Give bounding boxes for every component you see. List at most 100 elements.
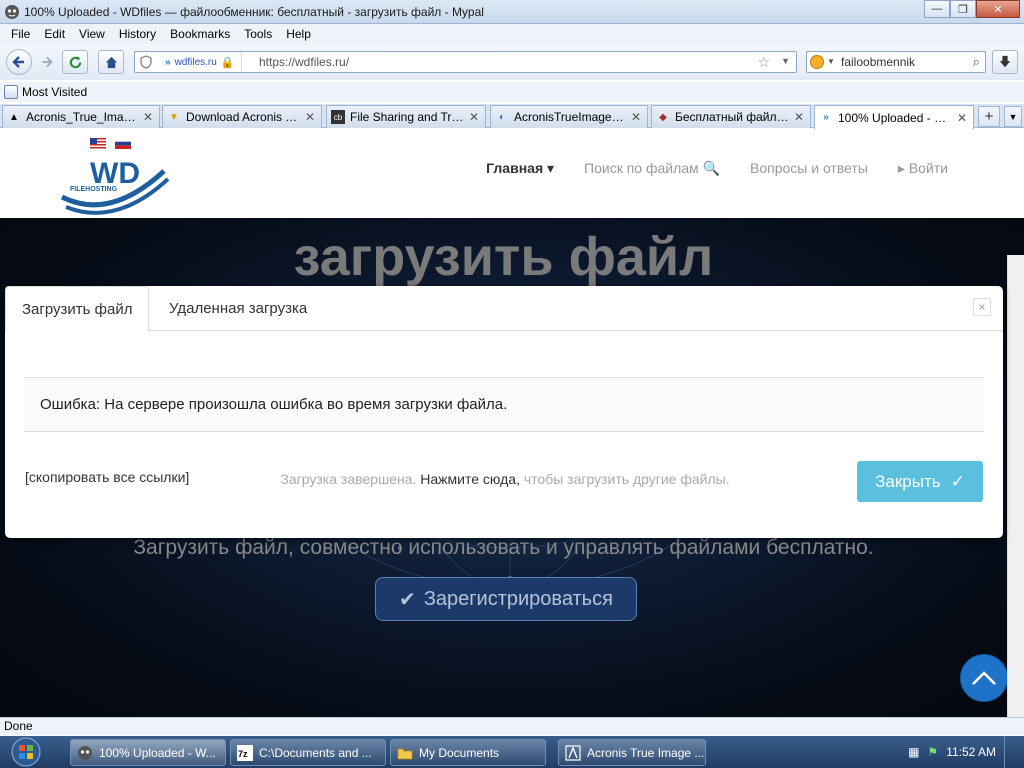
nav-file-search[interactable]: Поиск по файлам 🔍: [584, 160, 720, 177]
close-dialog-icon[interactable]: ×: [973, 298, 991, 316]
upload-more-link[interactable]: Нажмите сюда,: [420, 471, 520, 487]
error-message: Ошибка: На сервере произошла ошибка во в…: [24, 377, 984, 432]
tab-remote-upload[interactable]: Удаленная загрузка: [153, 286, 323, 331]
taskbar: 100% Uploaded - W... 7z C:\Documents and…: [0, 736, 1024, 768]
home-button[interactable]: [98, 50, 124, 74]
bookmark-folder-icon: [4, 85, 18, 99]
window-title: 100% Uploaded - WDfiles — файлообменник:…: [24, 5, 484, 19]
forward-button[interactable]: [34, 50, 60, 74]
status-bar: Done: [0, 717, 1024, 735]
address-bar[interactable]: » wdfiles.ru 🔒 https://wdfiles.ru/ ☆ ▼: [134, 51, 797, 73]
browser-tab[interactable]: ▼ Download Acronis Tr... ✕: [162, 105, 322, 128]
navigation-toolbar: » wdfiles.ru 🔒 https://wdfiles.ru/ ☆ ▼ ▼…: [0, 44, 1024, 80]
acronis-icon: ◐: [498, 111, 506, 123]
most-visited-link[interactable]: Most Visited: [22, 85, 87, 99]
search-input[interactable]: failoobmennik: [841, 55, 915, 69]
menu-bookmarks[interactable]: Bookmarks: [163, 27, 237, 41]
taskbar-item-acronis[interactable]: Acronis True Image ...: [558, 739, 706, 766]
tab-strip: ▲ Acronis_True_Image_... ✕ ▼ Download Ac…: [0, 104, 1024, 129]
search-engine-icon[interactable]: [810, 55, 824, 69]
keyboard-icon[interactable]: ▦: [908, 745, 919, 759]
download-arrow-icon: [999, 55, 1011, 68]
browser-tab[interactable]: ▲ Acronis_True_Image_... ✕: [2, 105, 160, 128]
register-button-label: Зарегистрироваться: [423, 587, 613, 610]
acronis-icon: ▲: [9, 111, 19, 123]
upload-status: Загрузка завершена. Нажмите сюда, чтобы …: [275, 466, 735, 493]
browser-tab[interactable]: ◆ Бесплатный файлоо... ✕: [651, 105, 811, 128]
chevron-down-icon: ▼: [827, 57, 835, 66]
ru-flag-icon[interactable]: [115, 138, 131, 149]
browser-tab[interactable]: cb File Sharing and Tran... ✕: [326, 105, 486, 128]
hero-subtitle: Загрузить файл, совместно использовать и…: [133, 536, 874, 559]
upload-dialog-tabs: Загрузить файл Удаленная загрузка ×: [5, 286, 1003, 332]
show-desktop-button[interactable]: [1004, 736, 1016, 768]
reload-button[interactable]: [62, 50, 88, 74]
taskbar-item-label: My Documents: [419, 745, 500, 760]
clock[interactable]: 11:52 AM: [946, 745, 996, 759]
close-tab-icon[interactable]: ✕: [305, 110, 317, 124]
page-scrollbar[interactable]: [1007, 255, 1024, 717]
wdfiles-icon: »: [823, 112, 829, 123]
wdfiles-logo[interactable]: WD FILEHOSTING: [60, 151, 172, 217]
close-tab-icon[interactable]: ✕: [469, 110, 481, 124]
download-icon: ▼: [169, 111, 179, 123]
tab-upload-file[interactable]: Загрузить файл: [5, 286, 150, 332]
menu-file[interactable]: File: [4, 27, 37, 41]
close-tab-icon[interactable]: ✕: [794, 110, 806, 124]
taskbar-item-7zip[interactable]: 7z C:\Documents and ...: [230, 739, 386, 766]
close-button-label: Закрыть: [875, 471, 941, 491]
taskbar-item-browser[interactable]: 100% Uploaded - W...: [70, 739, 226, 766]
upload-dialog: Загрузить файл Удаленная загрузка × Ошиб…: [5, 286, 1003, 538]
search-icon[interactable]: ⌕: [973, 54, 980, 70]
close-tab-icon[interactable]: ✕: [143, 110, 155, 124]
mypal-icon: [5, 5, 19, 19]
chevron-down-icon[interactable]: ▼: [781, 56, 790, 66]
menu-edit[interactable]: Edit: [37, 27, 72, 41]
nav-login[interactable]: ▸ Войти: [898, 160, 948, 177]
chevron-right-icon: »: [165, 56, 171, 68]
downloads-button[interactable]: [992, 50, 1018, 74]
close-tab-icon[interactable]: ✕: [957, 111, 969, 125]
copy-all-links-link[interactable]: [скопировать все ссылки]: [25, 469, 189, 485]
tab-label: Acronis_True_Image_...: [26, 110, 138, 124]
mypal-icon: [78, 745, 92, 760]
site-identity[interactable]: » wdfiles.ru 🔒: [159, 52, 242, 72]
search-bar[interactable]: ▼ failoobmennik ⌕: [806, 51, 986, 73]
menu-history[interactable]: History: [112, 27, 163, 41]
start-button[interactable]: [2, 736, 50, 768]
taskbar-item-label: Acronis True Image ...: [587, 745, 705, 760]
register-button[interactable]: ✔ Зарегистрироваться: [375, 577, 637, 621]
minimize-button[interactable]: —: [924, 0, 950, 18]
tab-label: 100% Uploaded - W...: [838, 110, 952, 125]
menu-bar: File Edit View History Bookmarks Tools H…: [0, 24, 1024, 44]
close-window-button[interactable]: ✕: [976, 0, 1020, 18]
tab-list-button[interactable]: ▼: [1004, 106, 1022, 127]
acronis-icon: [565, 744, 581, 761]
close-button[interactable]: Закрыть ✓: [857, 461, 983, 502]
nav-faq[interactable]: Вопросы и ответы: [750, 160, 868, 177]
tab-label: Download Acronis Tr...: [186, 110, 300, 124]
taskbar-item-my-documents[interactable]: My Documents: [390, 739, 546, 766]
shield-icon: [140, 55, 152, 69]
network-icon[interactable]: ⚑: [927, 745, 938, 759]
close-tab-icon[interactable]: ✕: [631, 110, 643, 124]
menu-view[interactable]: View: [72, 27, 112, 41]
browser-tab-active[interactable]: » 100% Uploaded - W... ✕: [814, 105, 974, 129]
chevron-up-icon: [972, 671, 996, 685]
window-controls: — ❐ ✕: [924, 0, 1020, 18]
back-button[interactable]: [6, 49, 32, 75]
files-icon: ◆: [659, 111, 667, 123]
bookmark-star-icon[interactable]: ☆: [757, 54, 770, 71]
scroll-to-top-button[interactable]: [960, 654, 1008, 702]
upload-status-suffix: чтобы загрузить другие файлы.: [523, 471, 730, 487]
menu-help[interactable]: Help: [279, 27, 318, 41]
menu-tools[interactable]: Tools: [237, 27, 279, 41]
browser-tab[interactable]: ◐ AcronisTrueImage202... ✕: [490, 105, 648, 128]
reload-icon: [69, 55, 81, 68]
us-flag-icon[interactable]: [90, 138, 106, 149]
new-tab-button[interactable]: +: [978, 106, 1000, 127]
upload-status-prefix: Загрузка завершена.: [280, 471, 417, 487]
maximize-button[interactable]: ❐: [950, 0, 976, 18]
nav-home[interactable]: Главная ▾: [486, 160, 554, 177]
7zip-icon: 7z: [237, 744, 253, 761]
